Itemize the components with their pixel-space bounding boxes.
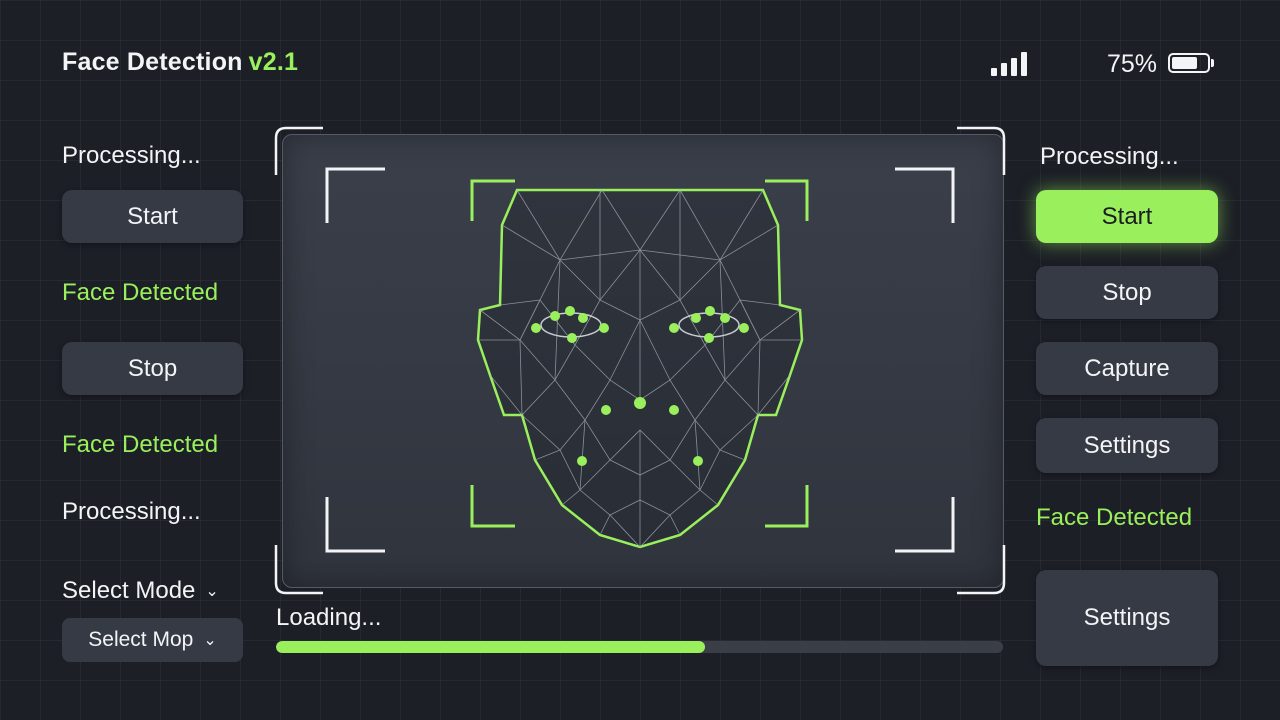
settings-button[interactable]: Settings (1036, 418, 1218, 473)
loading-label: Loading... (276, 604, 382, 631)
right-start-button[interactable]: Start (1036, 190, 1218, 243)
capture-button[interactable]: Capture (1036, 342, 1218, 395)
progress-bar (276, 641, 1003, 653)
face-mesh-icon (476, 188, 804, 549)
right-status-processing: Processing... (1040, 143, 1179, 170)
progress-fill (276, 641, 705, 653)
right-status-face-detected: Face Detected (1036, 504, 1193, 531)
right-stop-button[interactable]: Stop (1036, 266, 1218, 319)
settings-large-button[interactable]: Settings (1036, 570, 1218, 666)
